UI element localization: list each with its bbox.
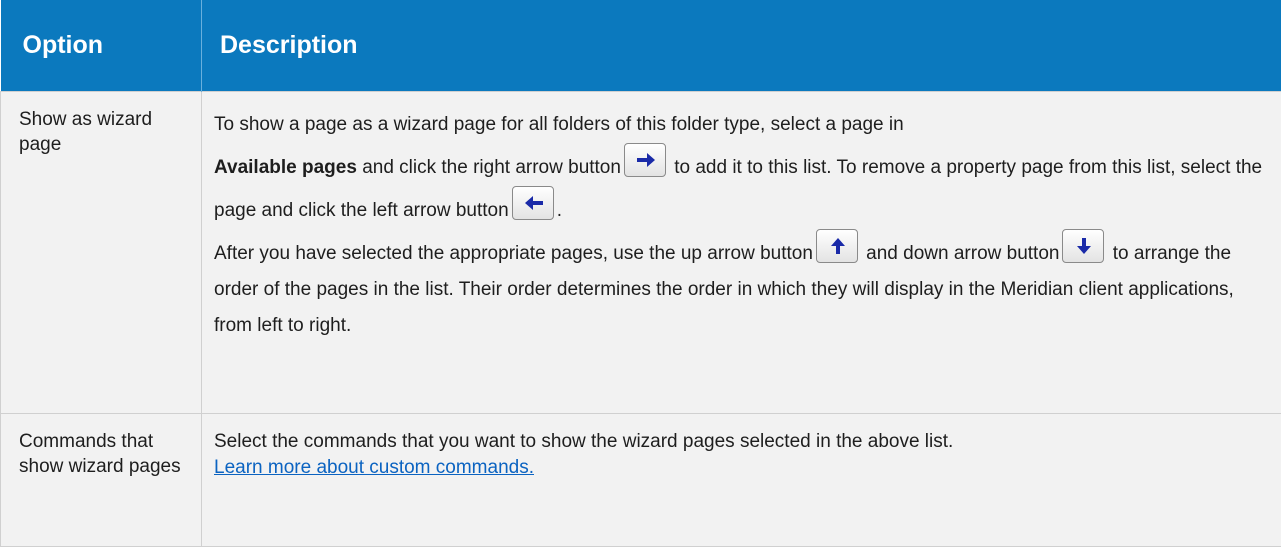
left-arrow-button[interactable]	[512, 186, 554, 220]
description-paragraph: To show a page as a wizard page for all …	[214, 107, 1269, 229]
right-arrow-icon	[636, 151, 656, 169]
down-arrow-button[interactable]	[1062, 229, 1104, 263]
table-row: Commands that show wizard pages Select t…	[1, 413, 1281, 546]
description-paragraph: After you have selected the appropriate …	[214, 229, 1269, 344]
up-arrow-button[interactable]	[816, 229, 858, 263]
description-cell: Select the commands that you want to sho…	[202, 413, 1281, 546]
description-text: Select the commands that you want to sho…	[214, 429, 1269, 455]
header-option: Option	[1, 0, 202, 91]
right-arrow-button[interactable]	[624, 143, 666, 177]
option-cell: Show as wizard page	[1, 91, 202, 413]
options-table: Option Description Show as wizard page T…	[0, 0, 1281, 547]
description-cell: To show a page as a wizard page for all …	[202, 91, 1281, 413]
up-arrow-icon	[828, 237, 848, 255]
custom-commands-link[interactable]: Learn more about custom commands.	[214, 457, 534, 478]
table-row: Show as wizard page To show a page as a …	[1, 91, 1281, 413]
down-arrow-icon	[1074, 237, 1094, 255]
option-cell: Commands that show wizard pages	[1, 413, 202, 546]
left-arrow-icon	[524, 194, 544, 212]
header-description: Description	[202, 0, 1281, 91]
header-row: Option Description	[1, 0, 1281, 91]
available-pages-label: Available pages	[214, 157, 357, 178]
